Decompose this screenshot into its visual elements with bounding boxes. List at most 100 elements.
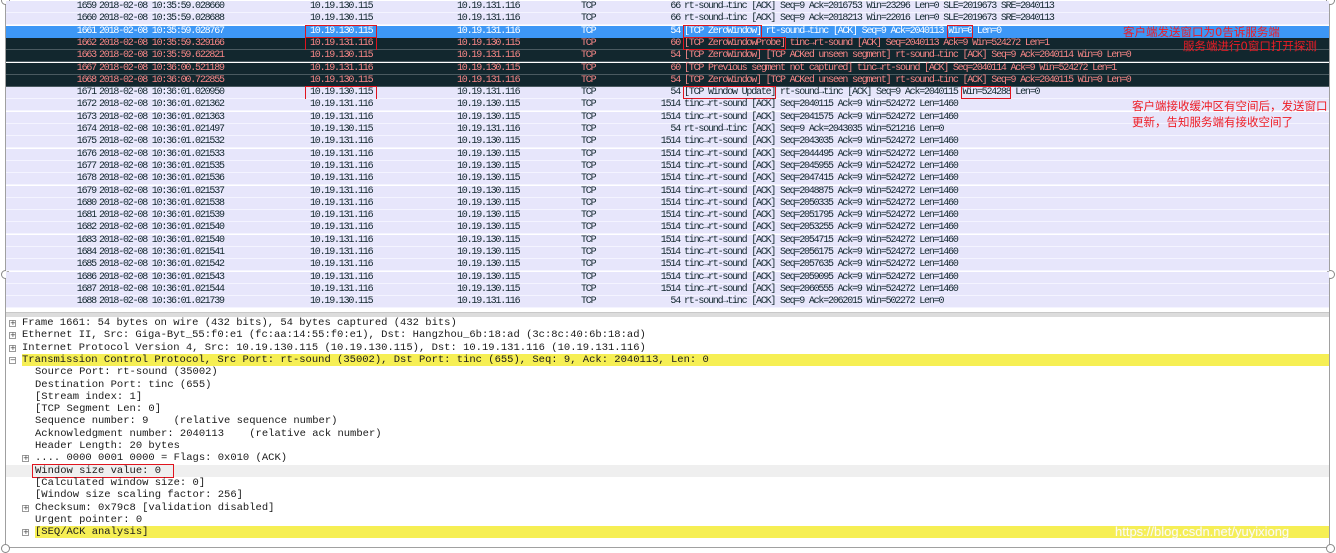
packet-source: 10.19.131.116 <box>304 36 378 51</box>
packet-source: 10.19.130.115 <box>310 13 374 25</box>
packet-length: 54 <box>670 25 681 37</box>
detail-text: Header Length: 20 bytes <box>35 440 180 452</box>
packet-source: 10.19.131.116 <box>310 111 374 123</box>
packet-info: [TCP Previous segment not captured] tinc… <box>684 62 1117 74</box>
packet-source: 10.19.131.116 <box>310 210 374 222</box>
packet-protocol: TCP <box>581 234 597 246</box>
detail-row[interactable]: + Internet Protocol Version 4, Src: 10.19… <box>6 342 1329 354</box>
expand-icon[interactable]: + <box>9 332 16 340</box>
packet-protocol: TCP <box>581 271 597 283</box>
detail-text: Checksum: 0x79c8 [validation disabled] <box>35 501 275 514</box>
resize-handle[interactable] <box>1326 544 1335 553</box>
packet-destination: 10.19.131.116 <box>457 1 521 12</box>
packet-row[interactable]: 1676 2018-02-08 10:36:01.021533 10.19.131.… <box>6 148 1329 161</box>
packet-number: 1662 <box>76 37 97 49</box>
packet-time: 2018-02-08 10:35:59.028660 <box>99 1 225 12</box>
packet-protocol: TCP <box>581 25 597 37</box>
packet-row[interactable]: 1683 2018-02-08 10:36:01.021540 10.19.131.… <box>6 234 1329 247</box>
resize-handle[interactable] <box>1 544 10 553</box>
packet-row[interactable]: 1659 2018-02-08 10:35:59.028660 10.19.130.… <box>6 1 1329 13</box>
expand-icon[interactable]: + <box>22 529 29 537</box>
detail-row[interactable]: [Stream index: 1] <box>6 391 1329 403</box>
highlight-box: Win=0 <box>947 24 973 38</box>
packet-source: 10.19.131.116 <box>310 99 374 111</box>
packet-row[interactable]: 1675 2018-02-08 10:36:01.021532 10.19.131.… <box>6 136 1329 149</box>
collapse-icon[interactable]: − <box>9 356 16 364</box>
packet-length: 54 <box>670 50 681 62</box>
packet-number: 1659 <box>76 1 97 12</box>
packet-info: rt-sound→tinc [ACK] Seq=9 Ack=2062015 Wi… <box>684 296 944 308</box>
packet-row[interactable]: 1688 2018-02-08 10:36:01.021739 10.19.130.… <box>6 296 1329 309</box>
packet-row[interactable]: 1671 2018-02-08 10:36:01.020950 10.19.130.… <box>6 86 1329 101</box>
packet-info: tinc→rt-sound [ACK] Seq=2047415 Ack=9 Wi… <box>684 173 959 185</box>
detail-row[interactable]: Source Port: rt-sound (35002) <box>6 366 1329 378</box>
detail-row[interactable]: Destination Port: tinc (655) <box>6 379 1329 391</box>
packet-row[interactable]: 1682 2018-02-08 10:36:01.021540 10.19.131.… <box>6 222 1329 235</box>
packet-source: 10.19.131.116 <box>310 259 374 271</box>
packet-destination: 10.19.130.115 <box>457 136 521 148</box>
detail-row[interactable]: + Checksum: 0x79c8 [validation disabled] <box>6 502 1329 514</box>
highlight-box: [TCP Window Update] <box>682 86 776 100</box>
packet-row[interactable]: 1686 2018-02-08 10:36:01.021543 10.19.131.… <box>6 271 1329 284</box>
expand-icon[interactable]: + <box>22 455 29 463</box>
packet-details-tree[interactable]: + Frame 1661: 54 bytes on wire (432 bits)… <box>6 317 1329 545</box>
packet-protocol: TCP <box>581 136 597 148</box>
packet-time: 2018-02-08 10:36:00.521189 <box>99 62 225 74</box>
detail-row[interactable]: + Frame 1661: 54 bytes on wire (432 bits)… <box>6 317 1329 329</box>
packet-row[interactable]: 1672 2018-02-08 10:36:01.021362 10.19.131.… <box>6 99 1329 112</box>
expand-icon[interactable]: + <box>9 344 16 352</box>
packet-destination: 10.19.130.115 <box>457 247 521 258</box>
packet-length: 1514 <box>660 283 681 295</box>
packet-row[interactable]: 1673 2018-02-08 10:36:01.021363 10.19.131.… <box>6 111 1329 124</box>
packet-source: 10.19.131.116 <box>310 197 374 209</box>
packet-time: 2018-02-08 10:36:01.020950 <box>99 87 225 99</box>
detail-row[interactable]: Header Length: 20 bytes <box>6 440 1329 452</box>
detail-row[interactable]: Acknowledgment number: 2040113 (relative… <box>6 428 1329 440</box>
packet-row[interactable]: 1684 2018-02-08 10:36:01.021541 10.19.131.… <box>6 247 1329 259</box>
packet-row[interactable]: 1687 2018-02-08 10:36:01.021544 10.19.131.… <box>6 283 1329 296</box>
packet-length: 54 <box>670 74 681 86</box>
detail-row[interactable]: + .... 0000 0001 0000 = Flags: 0x010 (ACK… <box>6 452 1329 464</box>
packet-row[interactable]: 1674 2018-02-08 10:36:01.021497 10.19.130.… <box>6 124 1329 136</box>
detail-row[interactable]: Window size value: 0 <box>6 463 1329 478</box>
packet-row[interactable]: 1668 2018-02-08 10:36:00.722855 10.19.130.… <box>6 74 1329 87</box>
detail-row[interactable]: [TCP Segment Len: 0] <box>6 403 1329 415</box>
expand-icon[interactable]: + <box>22 504 29 512</box>
packet-number: 1673 <box>76 111 97 123</box>
packet-info: tinc→rt-sound [ACK] Seq=2060555 Ack=9 Wi… <box>684 283 959 295</box>
packet-destination: 10.19.130.115 <box>457 259 521 271</box>
packet-source: 10.19.131.116 <box>310 247 374 258</box>
packet-number: 1686 <box>76 271 97 283</box>
expand-icon[interactable]: + <box>9 320 16 327</box>
packet-row[interactable]: 1678 2018-02-08 10:36:01.021536 10.19.131.… <box>6 173 1329 186</box>
packet-row[interactable]: 1680 2018-02-08 10:36:01.021538 10.19.131.… <box>6 197 1329 210</box>
packet-protocol: TCP <box>581 259 597 271</box>
packet-source: 10.19.131.116 <box>310 173 374 185</box>
packet-row[interactable]: 1677 2018-02-08 10:36:01.021535 10.19.131.… <box>6 160 1329 173</box>
detail-row[interactable]: [Window size scaling factor: 256] <box>6 489 1329 501</box>
highlight-box: Win=524288 <box>961 86 1012 100</box>
packet-length: 1514 <box>660 160 681 172</box>
annotation-zero-window-probe: 服务端进行0窗口打开探测 <box>1183 39 1317 53</box>
packet-source: 10.19.130.115 <box>310 296 374 308</box>
packet-time: 2018-02-08 10:35:59.622821 <box>99 50 225 62</box>
detail-row[interactable]: Sequence number: 9 (relative sequence nu… <box>6 415 1329 427</box>
packet-row[interactable]: 1663 2018-02-08 10:35:59.622821 10.19.130.… <box>6 50 1329 63</box>
detail-row[interactable]: + Ethernet II, Src: Giga-Byt_55:f0:e1 (fc… <box>6 329 1329 341</box>
packet-row[interactable]: 1667 2018-02-08 10:36:00.521189 10.19.131.… <box>6 62 1329 75</box>
annotation-window-update-line2: 更新，告知服务端有接收空间了 <box>1132 115 1293 129</box>
packet-time: 2018-02-08 10:36:01.021363 <box>99 111 225 123</box>
packet-row[interactable]: 1679 2018-02-08 10:36:01.021537 10.19.131.… <box>6 185 1329 198</box>
packet-number: 1685 <box>76 259 97 271</box>
packet-length: 60 <box>670 37 681 49</box>
detail-text: Ethernet II, Src: Giga-Byt_55:f0:e1 (fc:… <box>22 329 646 342</box>
detail-row[interactable]: [Calculated window size: 0] <box>6 477 1329 489</box>
packet-row[interactable]: 1681 2018-02-08 10:36:01.021539 10.19.131.… <box>6 210 1329 223</box>
detail-row[interactable]: − Transmission Control Protocol, Src Port… <box>6 353 1329 367</box>
packet-protocol: TCP <box>581 62 597 74</box>
packet-length: 1514 <box>660 136 681 148</box>
packet-row[interactable]: 1685 2018-02-08 10:36:01.021542 10.19.131.… <box>6 259 1329 272</box>
packet-time: 2018-02-08 10:36:01.021537 <box>99 185 225 197</box>
packet-list[interactable]: 1659 2018-02-08 10:35:59.028660 10.19.130.… <box>6 1 1329 312</box>
packet-protocol: TCP <box>581 124 597 135</box>
